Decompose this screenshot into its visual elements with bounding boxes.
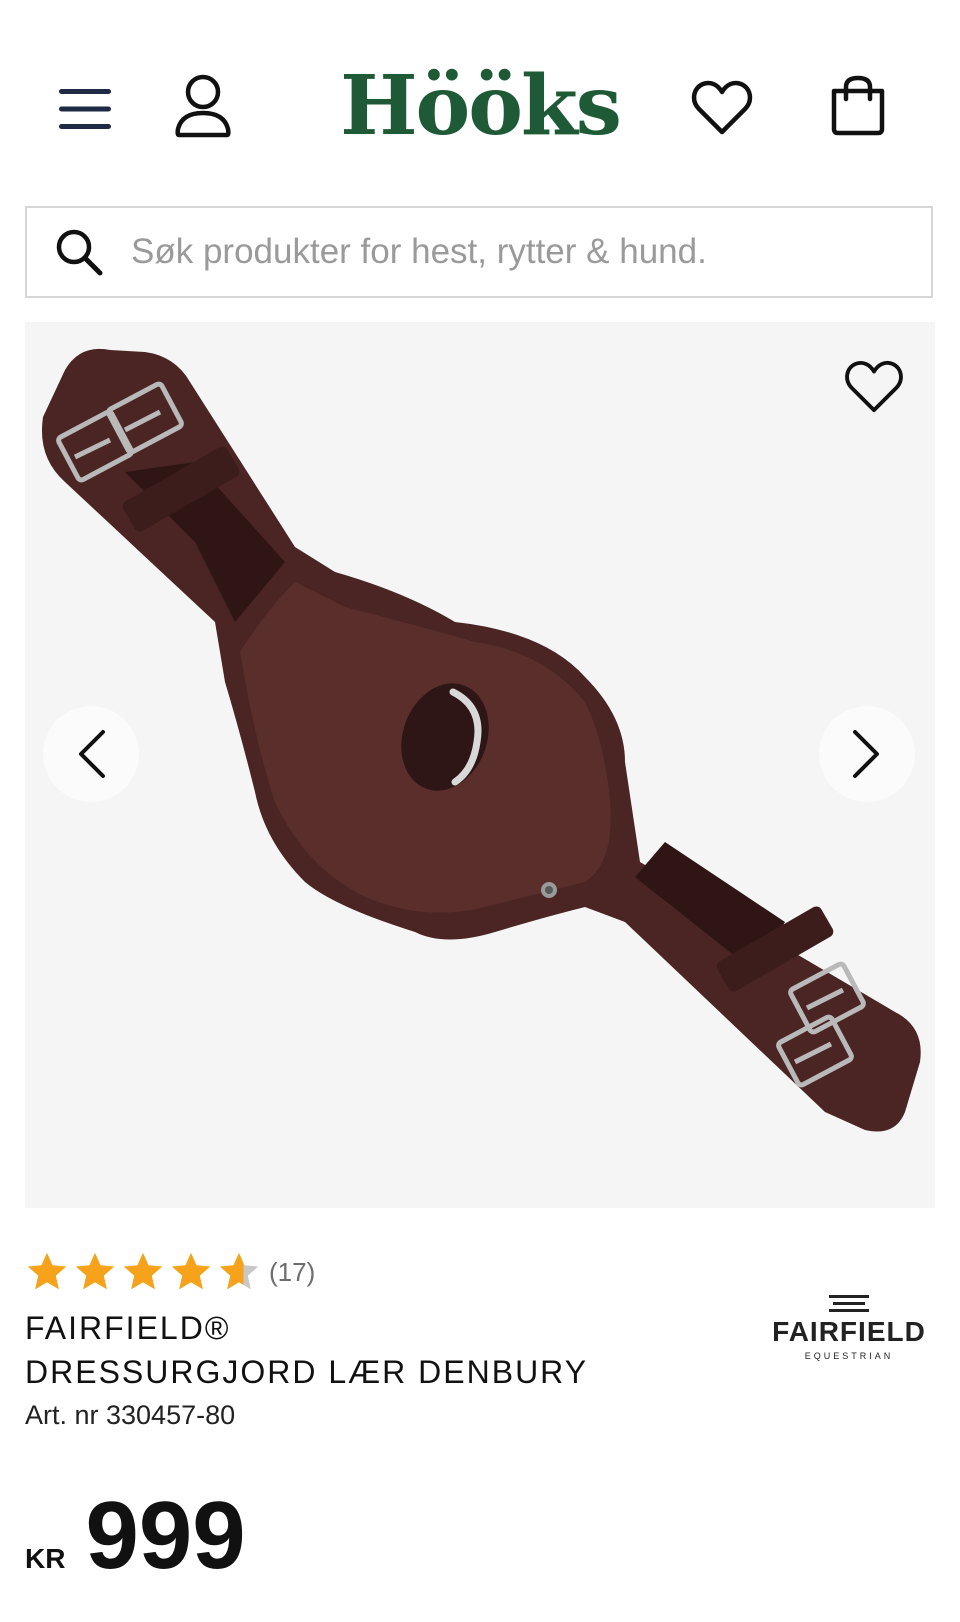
search-input[interactable]	[129, 231, 893, 273]
chevron-right-icon	[853, 730, 879, 778]
product-title: DRESSURGJORD LÆR DENBURY	[25, 1354, 589, 1390]
brand-logo-name: FAIRFIELD	[772, 1316, 926, 1347]
heart-icon	[691, 80, 753, 135]
star-half-icon	[219, 1252, 259, 1290]
product-brand: FAIRFIELD®	[25, 1310, 231, 1346]
product-price: KR 999	[25, 1488, 246, 1584]
site-logo[interactable]: Hööks	[330, 56, 630, 156]
previous-image-button[interactable]	[43, 706, 139, 802]
search-bar[interactable]	[25, 206, 933, 298]
article-number: Art. nr 330457-80	[25, 1400, 236, 1430]
search-icon[interactable]	[49, 222, 109, 282]
star-icon	[75, 1252, 115, 1290]
header: Hööks	[0, 40, 960, 160]
shopping-bag-icon	[831, 75, 885, 136]
price-currency: KR	[25, 1543, 66, 1574]
review-count[interactable]: (17)	[269, 1257, 315, 1288]
heart-icon	[845, 360, 903, 413]
next-image-button[interactable]	[819, 706, 915, 802]
user-icon	[175, 74, 231, 138]
account-button[interactable]	[165, 64, 241, 148]
brand-logo-subtitle: EQUESTRIAN	[804, 1351, 894, 1361]
favorite-button[interactable]	[839, 352, 909, 422]
star-icon	[123, 1252, 163, 1290]
menu-icon	[59, 89, 111, 129]
product-rating[interactable]: (17)	[25, 1250, 315, 1294]
wishlist-button[interactable]	[680, 70, 764, 146]
brand-logo-mark	[829, 1295, 869, 1312]
brand-logo[interactable]: FAIRFIELD EQUESTRIAN	[760, 1295, 938, 1375]
product-gallery[interactable]	[25, 322, 935, 1208]
cart-button[interactable]	[820, 64, 896, 148]
product-image	[41, 348, 921, 1132]
star-icon	[27, 1252, 67, 1290]
star-icon	[171, 1252, 211, 1290]
menu-button[interactable]	[50, 74, 120, 144]
chevron-left-icon	[79, 730, 105, 778]
price-amount: 999	[85, 1482, 246, 1589]
